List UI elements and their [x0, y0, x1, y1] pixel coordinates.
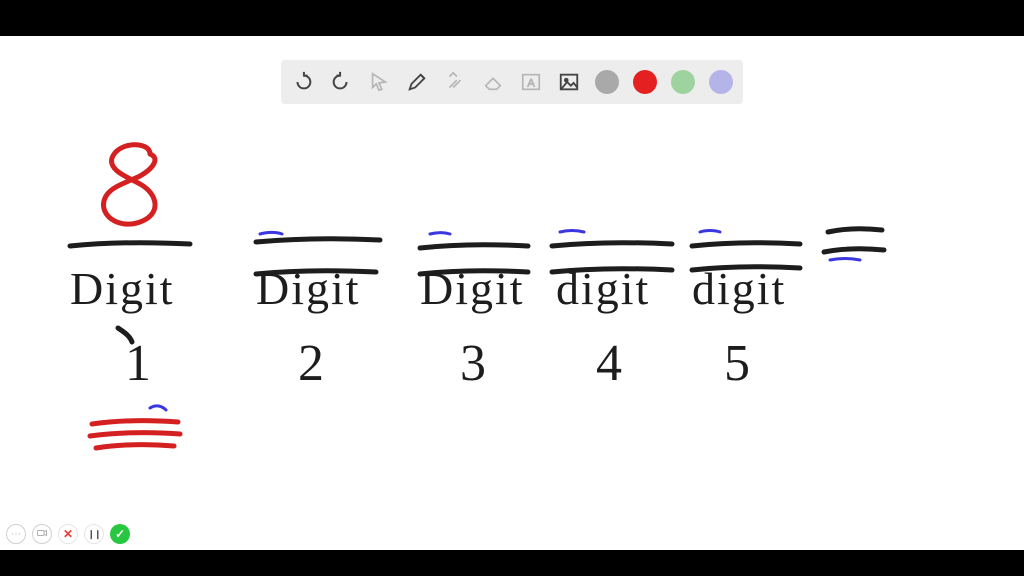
slot-1-underline	[90, 421, 180, 448]
rec-camera-button[interactable]	[32, 524, 52, 544]
slot-4-sub: 4	[596, 335, 624, 392]
letterbox-bottom	[0, 550, 1024, 576]
slot-2-label: Digit	[256, 263, 361, 314]
slot-4-label: digit	[556, 263, 650, 314]
pause-icon: ❙❙	[87, 529, 100, 540]
rec-done-button[interactable]: ✓	[110, 524, 130, 544]
stray-mark	[150, 406, 166, 410]
slot-2-sub: 2	[298, 335, 326, 392]
slot-5-label: digit	[692, 263, 786, 314]
handwriting-canvas[interactable]: Digit 1 Digit 2 Digit 3	[0, 36, 1024, 550]
rec-close-button[interactable]: ✕	[58, 524, 78, 544]
slot-3: Digit 3	[420, 233, 528, 393]
slot-1-label: Digit	[70, 263, 175, 314]
slot-4: digit 4	[552, 231, 672, 393]
slot-3-label: Digit	[420, 263, 525, 314]
check-icon: ✓	[115, 527, 125, 541]
slot-2: Digit 2	[256, 233, 380, 393]
recording-controls: ⋯ ✕ ❙❙ ✓	[6, 524, 130, 544]
camera-icon	[36, 527, 48, 542]
whiteboard-stage: A	[0, 36, 1024, 550]
slot-1-sub: 1	[125, 335, 153, 392]
slot-5: digit 5	[692, 231, 800, 393]
more-icon: ⋯	[11, 529, 21, 540]
rec-pause-button[interactable]: ❙❙	[84, 524, 104, 544]
letterbox-top	[0, 0, 1024, 36]
equals-sign	[824, 229, 884, 260]
slot-1-value	[104, 145, 156, 224]
rec-more-button[interactable]: ⋯	[6, 524, 26, 544]
slot-5-sub: 5	[724, 335, 752, 392]
slot-3-sub: 3	[460, 335, 488, 392]
slot-1: Digit 1	[70, 243, 190, 392]
close-icon: ✕	[63, 527, 73, 541]
